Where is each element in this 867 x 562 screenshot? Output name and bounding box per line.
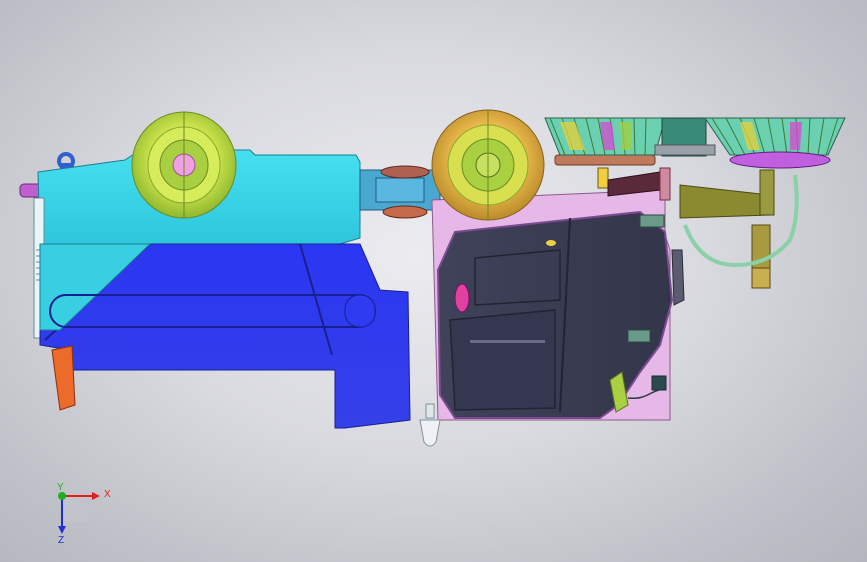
squeegee-blade[interactable] [51,345,76,411]
y-axis [58,492,66,500]
brush-deck-left[interactable] [544,117,666,156]
brush-arm[interactable] [679,169,775,289]
left-module[interactable] [19,111,411,429]
brush-deck-right[interactable] [704,117,846,169]
right-module[interactable] [419,109,674,447]
assembly-model[interactable] [0,0,867,562]
left-wheel[interactable] [131,111,237,219]
indicator-light [546,240,556,246]
y-axis-label: Y [57,482,64,493]
sensor-box [651,375,667,391]
coordinate-triad: X Y Z [57,482,111,544]
brand-badge [454,283,470,313]
cad-viewport[interactable]: X Y Z [0,0,867,562]
mount-block [654,117,716,157]
hinge-top[interactable] [639,214,665,228]
z-axis-label: Z [58,535,64,544]
hinge-bottom[interactable] [627,329,651,343]
connector-arm[interactable] [359,165,441,219]
x-axis-label: X [104,489,111,500]
drain-valve[interactable] [419,403,441,447]
right-wheel[interactable] [431,109,545,221]
motor-band [554,154,656,166]
